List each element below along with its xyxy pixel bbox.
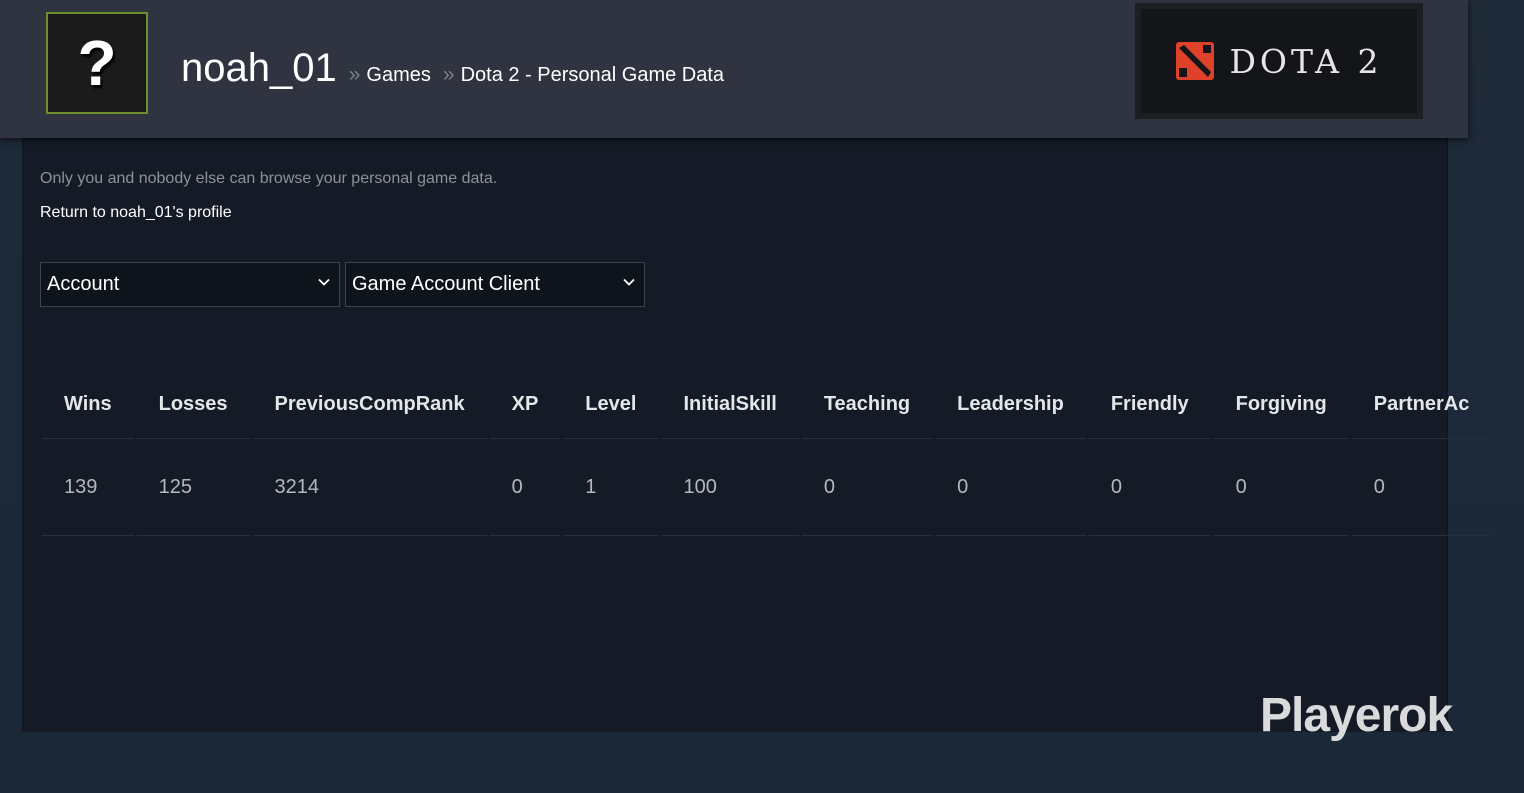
chevron-down-icon (623, 278, 635, 286)
column-header: PreviousCompRank (252, 370, 487, 439)
persona-name-link[interactable]: noah_01 (181, 46, 337, 91)
privacy-notice: Only you and nobody else can browse your… (40, 170, 498, 187)
table-cell: 1 (563, 439, 659, 536)
game-logo[interactable]: DOTA 2 (1135, 3, 1423, 119)
table-cell: 0 (1213, 439, 1349, 536)
game-logo-text: DOTA 2 (1229, 41, 1383, 81)
table-cell: 0 (489, 439, 561, 536)
column-header: PartnerAc (1351, 370, 1492, 439)
table-header-row: Wins Losses PreviousCompRank XP Level Initial… (42, 370, 1492, 439)
column-header: XP (489, 370, 561, 439)
table-cell: 0 (1088, 439, 1211, 536)
dota-emblem-icon (1176, 42, 1215, 80)
table-cell: 139 (42, 439, 134, 536)
table-body: 139 125 3214 0 1 100 0 0 0 0 0 (42, 439, 1492, 536)
chevron-down-icon (318, 278, 330, 286)
profile-header: ? noah_01 » Games » Dota 2 - Personal Ga… (0, 0, 1468, 138)
table-cell: 0 (801, 439, 933, 536)
category-select-value: Account (47, 273, 120, 295)
table-cell: 3214 (252, 439, 487, 536)
return-to-profile-link[interactable]: Return to noah_01's profile (40, 204, 232, 222)
game-data-table-container[interactable]: Wins Losses PreviousCompRank XP Level Initial… (42, 370, 1524, 540)
breadcrumb: noah_01 » Games » Dota 2 - Personal Game… (181, 46, 724, 91)
page: ? noah_01 » Games » Dota 2 - Personal Ga… (0, 0, 1524, 793)
table-cell: 100 (661, 439, 799, 536)
subcategory-select[interactable]: Game Account Client (345, 262, 645, 307)
table-cell: 125 (136, 439, 250, 536)
subcategory-select-value: Game Account Client (352, 273, 540, 295)
table-row: 139 125 3214 0 1 100 0 0 0 0 0 (42, 439, 1492, 536)
game-data-table: Wins Losses PreviousCompRank XP Level Initial… (42, 370, 1494, 536)
avatar[interactable]: ? (46, 12, 148, 114)
column-header: Teaching (801, 370, 933, 439)
table-cell: 0 (935, 439, 1086, 536)
avatar-placeholder-glyph: ? (77, 27, 117, 99)
column-header: Level (563, 370, 659, 439)
column-header: Leadership (935, 370, 1086, 439)
column-header: Friendly (1088, 370, 1211, 439)
column-header: InitialSkill (661, 370, 799, 439)
watermark-logo: Playerok (1260, 689, 1453, 742)
breadcrumb-separator: » (348, 63, 361, 86)
table-cell: 0 (1351, 439, 1492, 536)
column-header: Losses (136, 370, 250, 439)
column-header: Forgiving (1213, 370, 1349, 439)
column-header: Wins (42, 370, 134, 439)
breadcrumb-current-page: Dota 2 - Personal Game Data (460, 64, 725, 86)
breadcrumb-games-link[interactable]: Games (366, 64, 430, 87)
category-select[interactable]: Account (40, 262, 340, 307)
breadcrumb-separator: » (442, 63, 455, 86)
